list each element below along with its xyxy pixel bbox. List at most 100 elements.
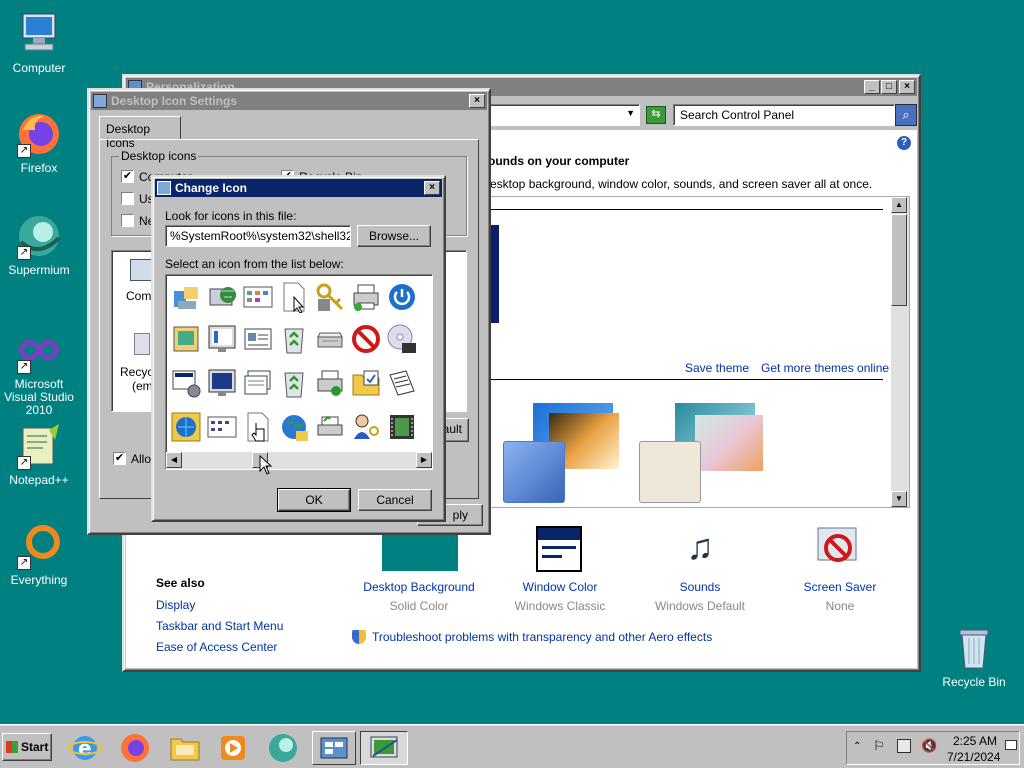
volume-muted-icon[interactable]: 🔇 [921,738,937,754]
ok-button[interactable]: OK [277,488,351,512]
desktop-icon-everything[interactable]: ↗ Everything [0,522,79,587]
network-checkbox[interactable] [121,214,134,227]
computer-checkbox[interactable]: ✔ [121,170,134,183]
themes-list[interactable]: Save theme Get more themes online ▲ ▼ [486,196,910,508]
media-player-icon[interactable] [216,731,250,765]
minimize-button[interactable]: _ [864,80,880,94]
icon-cell[interactable] [206,411,240,445]
personalization-taskbar-icon[interactable] [360,731,408,765]
close-button[interactable]: × [424,181,440,195]
desktop-background-link[interactable]: Desktop Background Solid Color [346,580,492,613]
scroll-up-button[interactable]: ▲ [891,197,907,213]
users-files-checkbox[interactable] [121,192,134,205]
icon-cell[interactable] [242,281,276,315]
desktop-icon-label: Supermium [8,263,70,277]
scroll-right-button[interactable]: ▶ [416,452,432,468]
change-icon-titlebar[interactable]: Change Icon × [155,179,442,197]
refresh-button[interactable]: ⇆ [646,106,666,124]
icon-cell[interactable] [350,281,384,315]
show-desktop-icon[interactable] [1005,740,1017,750]
icon-cell[interactable] [170,411,204,445]
globe-icon[interactable] [278,411,312,445]
button-label: ply [452,508,468,522]
document-icon[interactable] [386,367,420,401]
firefox-taskbar-icon[interactable] [118,731,152,765]
no-entry-icon[interactable] [350,323,384,357]
chevron-down-icon[interactable]: ▼ [626,108,635,118]
recycle-icon[interactable] [278,323,312,357]
preview-recycle-icon [134,333,150,355]
close-button[interactable]: × [469,94,485,108]
icon-grid-scrollbar[interactable]: ◀ ▶ [166,452,432,469]
scroll-down-button[interactable]: ▼ [891,491,907,507]
see-also-ease-of-access[interactable]: Ease of Access Center [156,640,277,654]
clock-date[interactable]: 7/21/2024 [947,750,1000,764]
supermium-taskbar-icon[interactable] [266,731,300,765]
desktop-icon-notepadpp[interactable]: ↗ Notepad++ [0,422,79,487]
desktop-icon-recycle-bin[interactable]: Recycle Bin [934,624,1014,689]
desktop-icon-supermium[interactable]: ↗ Supermium [0,212,79,277]
desktop-icon-visual-studio[interactable]: ↗ Microsoft Visual Studio 2010 [0,326,79,417]
printer-icon[interactable] [314,367,348,401]
internet-explorer-icon[interactable]: e [68,731,102,765]
icon-cell[interactable] [170,323,204,357]
browse-button[interactable]: Browse... [357,225,431,247]
icon-cell[interactable] [206,281,240,315]
tab-desktop-icons[interactable]: Desktop Icons [99,116,181,150]
see-also-taskbar[interactable]: Taskbar and Start Menu [156,619,283,633]
screen-saver-link[interactable]: Screen Saver None [770,580,910,613]
see-also-display[interactable]: Display [156,598,195,612]
dvd-icon[interactable] [386,323,420,357]
start-button[interactable]: Start [2,733,52,761]
icon-cell[interactable] [170,281,204,315]
icon-cell[interactable] [278,281,312,315]
icon-cell[interactable] [170,367,204,401]
power-icon[interactable] [386,281,420,315]
visual-studio-icon: ↗ [15,326,63,374]
network-icon[interactable] [897,739,911,753]
help-icon[interactable]: ? [897,136,911,150]
get-more-themes-link[interactable]: Get more themes online [761,361,889,375]
show-hidden-icons-icon[interactable]: ⌃ [853,741,861,752]
search-input[interactable]: Search Control Panel [673,104,895,126]
shortcut-arrow-icon: ↗ [17,144,31,158]
hand-cursor-icon[interactable] [242,411,276,445]
recycle-full-icon[interactable] [278,367,312,401]
close-button[interactable]: × [899,80,915,94]
scroll-left-button[interactable]: ◀ [166,452,182,468]
allow-themes-checkbox[interactable]: ✔ [113,452,126,465]
desktop-icon-computer[interactable]: Computer [0,10,79,75]
clock-time[interactable]: 2:25 AM [953,734,997,748]
window-color-link[interactable]: Window Color Windows Classic [490,580,630,613]
film-icon[interactable] [386,411,420,445]
icon-cell[interactable] [206,323,240,357]
file-explorer-icon[interactable] [168,731,202,765]
icon-cell[interactable] [314,281,348,315]
maximize-button[interactable]: □ [881,80,897,94]
icon-cell[interactable] [314,323,348,357]
theme-thumbnail-aero[interactable] [503,403,623,503]
icon-cell[interactable] [242,367,276,401]
user-keys-icon[interactable] [350,411,384,445]
control-panel-taskbar-icon[interactable] [312,731,356,765]
cancel-button[interactable]: Cancel [358,489,432,511]
icon-grid[interactable]: ◀ ▶ [165,274,433,470]
troubleshoot-link[interactable]: Troubleshoot problems with transparency … [372,630,712,644]
scroll-thumb[interactable] [891,214,907,306]
search-icon[interactable]: ⌕ [895,104,917,126]
desktop-icon-label: Computer [12,61,66,75]
icon-cell[interactable] [206,367,240,401]
dis-titlebar[interactable]: Desktop Icon Settings × [91,92,487,110]
themes-scrollbar[interactable]: ▲ ▼ [891,197,909,507]
theme-thumbnail-landscape[interactable] [639,403,763,503]
save-theme-link[interactable]: Save theme [685,361,749,375]
computer-icon [15,10,63,58]
file-path-input[interactable]: %SystemRoot%\system32\shell32.dll [165,225,351,247]
folder-icon[interactable] [350,367,384,401]
action-center-flag-icon[interactable]: ⚐ [873,738,885,754]
desktop-icon-firefox[interactable]: ↗ Firefox [0,110,79,175]
network-printer-icon[interactable] [314,411,348,445]
system-tray: ⌃ ⚐ 🔇 2:25 AM 7/21/2024 [846,731,1020,765]
sounds-link[interactable]: Sounds Windows Default [630,580,770,613]
icon-cell[interactable] [242,323,276,357]
